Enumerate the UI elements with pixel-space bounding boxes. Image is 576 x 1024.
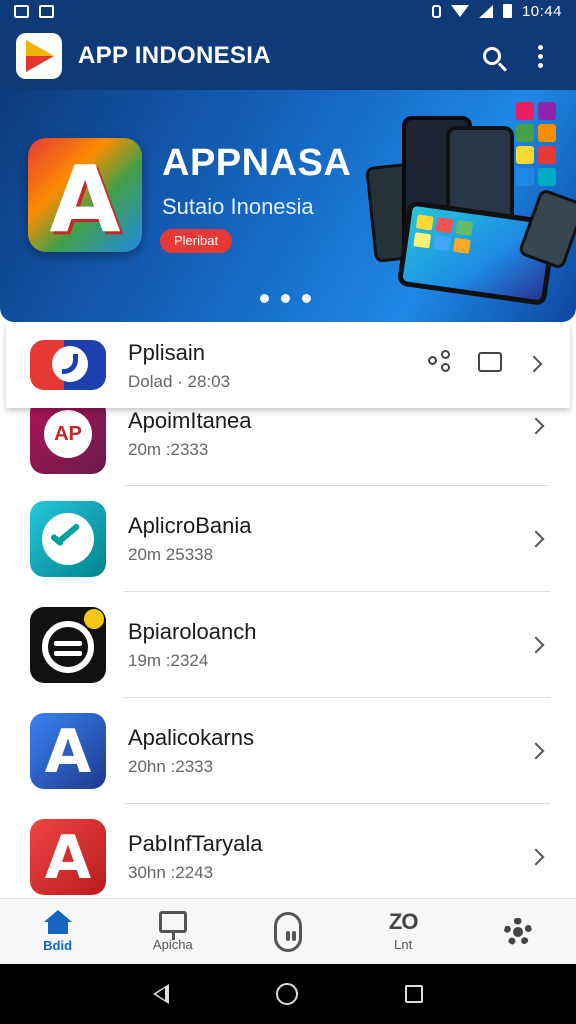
list-item-text: PabInfTaryala 30hn :2243 bbox=[128, 831, 263, 883]
list-item[interactable]: Pplisain Dolad · 28:03 bbox=[6, 322, 570, 408]
search-icon bbox=[483, 47, 501, 65]
banner-app-logo: A bbox=[28, 138, 142, 252]
chevron-right-icon[interactable] bbox=[527, 848, 545, 866]
settings-icon bbox=[504, 917, 533, 946]
share-icon[interactable] bbox=[428, 350, 452, 372]
nav-label: Bdid bbox=[43, 938, 73, 953]
list-item[interactable]: Bpiaroloanch 19m :2324 bbox=[0, 592, 576, 698]
carousel-dots[interactable] bbox=[260, 294, 311, 303]
chevron-right-icon[interactable] bbox=[527, 530, 545, 548]
list-item-text: Bpiaroloanch 19m :2324 bbox=[128, 619, 256, 671]
gallery-icon bbox=[14, 4, 29, 18]
nav-zo[interactable]: ZO Lnt bbox=[346, 899, 461, 964]
battery-icon bbox=[502, 4, 512, 18]
list-item[interactable]: AP ApoimItanea 20m :2333 bbox=[0, 398, 576, 486]
app-name: Pplisain bbox=[128, 340, 206, 365]
recents-icon[interactable] bbox=[404, 985, 423, 1003]
app-name: AplicroBania bbox=[128, 513, 252, 538]
chevron-right-icon[interactable] bbox=[527, 742, 545, 760]
more-options-button[interactable] bbox=[520, 36, 560, 76]
chevron-right-icon[interactable] bbox=[527, 417, 545, 435]
signal-icon bbox=[478, 4, 493, 18]
status-left-icons bbox=[14, 4, 54, 18]
status-time: 10:44 bbox=[521, 2, 562, 20]
back-icon[interactable] bbox=[153, 984, 170, 1004]
nav-home[interactable]: Bdid bbox=[0, 899, 115, 964]
list-item-text: AplicroBania 20m 25338 bbox=[128, 513, 252, 565]
banner-devices-illustration bbox=[365, 102, 576, 312]
list-item[interactable]: AplicroBania 20m 25338 bbox=[0, 486, 576, 592]
app-meta: 19m :2324 bbox=[128, 651, 209, 670]
list-item[interactable]: A Apalicokarns 20hn :2333 bbox=[0, 698, 576, 804]
nav-label: Lnt bbox=[394, 937, 413, 952]
carousel-dot[interactable] bbox=[281, 294, 290, 303]
app-meta: 30hn :2243 bbox=[128, 863, 214, 882]
item-actions bbox=[428, 350, 502, 372]
status-bar: 10:44 bbox=[0, 0, 576, 22]
list-item-text: ApoimItanea 20m :2333 bbox=[128, 408, 252, 460]
app-meta: 20m :2333 bbox=[128, 440, 209, 459]
flag-icon bbox=[158, 911, 187, 940]
app-icon-red-blue bbox=[30, 340, 106, 390]
app-meta: 20m 25338 bbox=[128, 545, 214, 564]
banner-cta-button[interactable]: Pleribat bbox=[160, 229, 233, 253]
app-icon-red-a: A bbox=[30, 819, 106, 895]
app-icon-black-circle bbox=[30, 607, 106, 683]
app-bar: APP INDONESIA bbox=[0, 22, 576, 90]
app-icon-ap: AP bbox=[30, 398, 106, 474]
robot-icon bbox=[274, 911, 302, 952]
nav-apps[interactable]: Apicha bbox=[115, 899, 230, 964]
image-icon bbox=[39, 4, 54, 18]
app-icon-teal-arrow bbox=[30, 501, 106, 577]
app-name: Apalicokarns bbox=[128, 725, 254, 750]
app-icon-blue-a: A bbox=[30, 713, 106, 789]
zo-icon: ZO bbox=[388, 909, 419, 934]
carousel-dot[interactable] bbox=[260, 294, 269, 303]
banner-subtitle: Sutaio Inonesia bbox=[162, 194, 314, 219]
nav-settings[interactable] bbox=[461, 899, 576, 964]
list-item[interactable]: A PabInfTaryala 30hn :2243 bbox=[0, 804, 576, 898]
chevron-right-icon[interactable] bbox=[527, 636, 545, 654]
app-meta: Dolad · 28:03 bbox=[128, 372, 231, 391]
search-button[interactable] bbox=[472, 36, 512, 76]
status-right-icons: 10:44 bbox=[431, 2, 562, 20]
app-name: ApoimItanea bbox=[128, 408, 252, 433]
app-list: Pplisain Dolad · 28:03 AP ApoimItanea 20… bbox=[0, 322, 576, 898]
nav-robot[interactable] bbox=[230, 899, 345, 964]
home-button-icon[interactable] bbox=[275, 983, 298, 1005]
list-item-text: Pplisain Dolad · 28:03 bbox=[128, 340, 230, 392]
wifi-icon bbox=[450, 5, 469, 17]
bottom-nav: Bdid Apicha ZO Lnt bbox=[0, 898, 576, 964]
featured-banner[interactable]: A APPNASA Sutaio Inonesia Pleribat bbox=[0, 90, 576, 322]
cast-icon[interactable] bbox=[478, 352, 502, 372]
banner-title: APPNASA bbox=[162, 142, 352, 184]
app-meta: 20hn :2333 bbox=[128, 757, 214, 776]
carousel-dot[interactable] bbox=[302, 294, 311, 303]
chevron-right-icon[interactable] bbox=[525, 355, 543, 373]
vibrate-icon bbox=[431, 4, 441, 18]
app-title: APP INDONESIA bbox=[78, 42, 271, 69]
system-nav-bar bbox=[0, 964, 576, 1024]
play-logo-icon bbox=[16, 33, 62, 79]
app-name: Bpiaroloanch bbox=[128, 619, 257, 644]
more-icon bbox=[537, 44, 543, 68]
home-icon bbox=[43, 910, 72, 934]
list-item-text: Apalicokarns 20hn :2333 bbox=[128, 725, 254, 777]
app-name: PabInfTaryala bbox=[128, 831, 263, 856]
